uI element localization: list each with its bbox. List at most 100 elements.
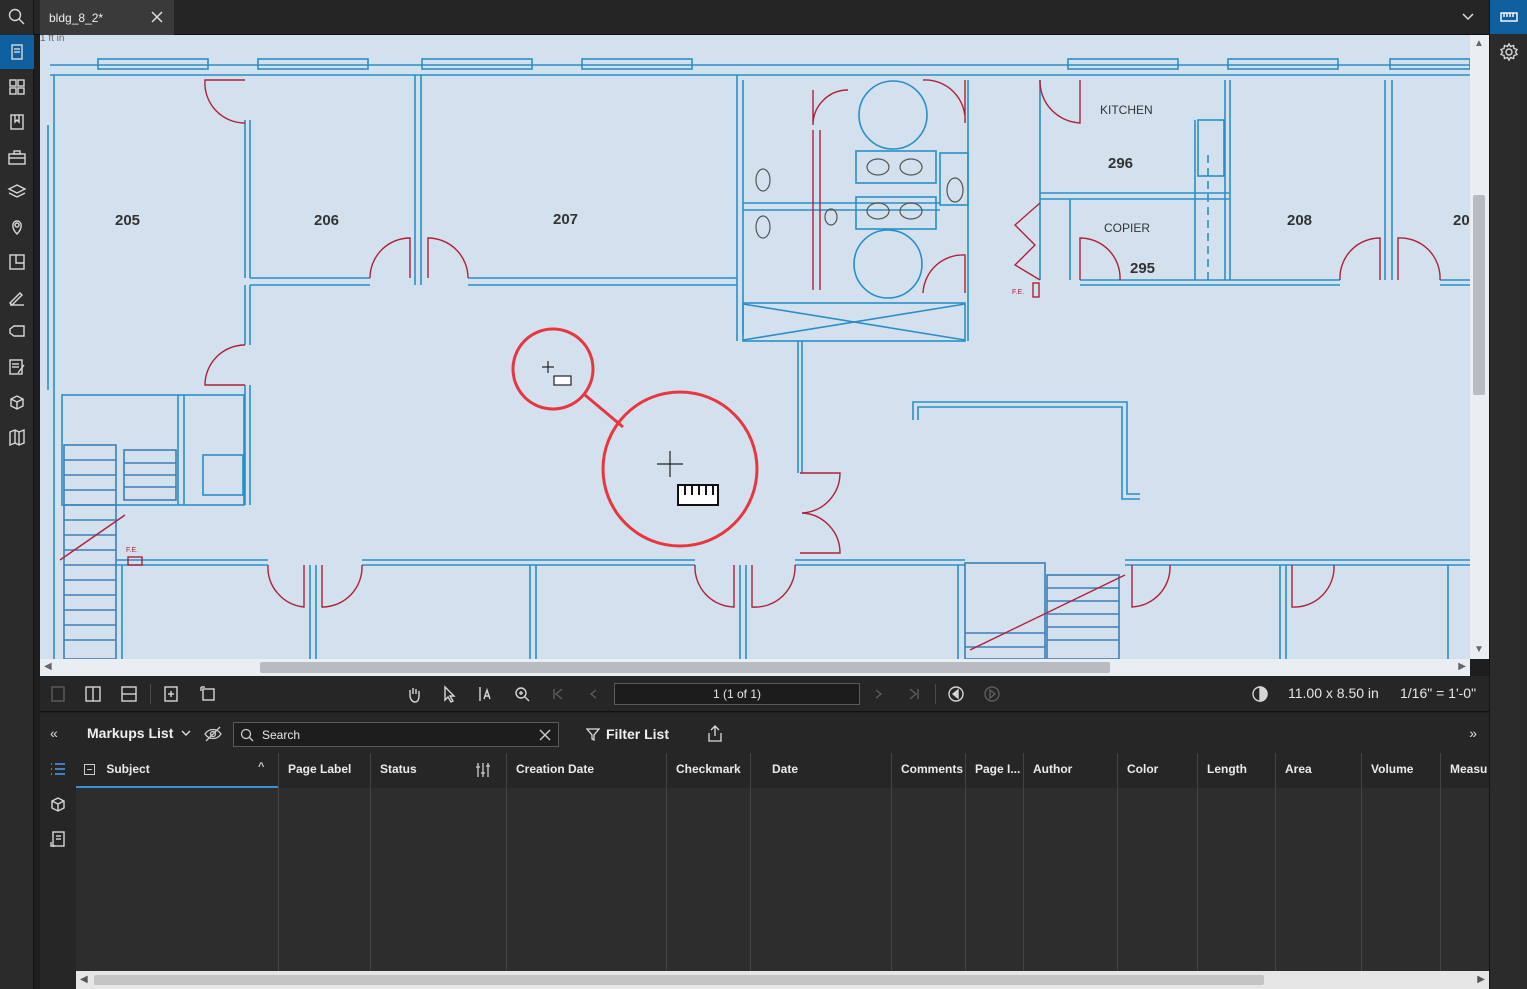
canvas-horizontal-scrollbar[interactable]: ◀ ▶ xyxy=(40,659,1470,676)
column-header-page-index[interactable]: Page I... xyxy=(966,753,1023,788)
3d-view-icon[interactable] xyxy=(44,790,72,818)
column-divider xyxy=(1361,753,1362,971)
single-page-icon[interactable] xyxy=(48,684,68,704)
column-header-author[interactable]: Author xyxy=(1024,753,1117,788)
bookmarks-icon[interactable] xyxy=(0,105,34,139)
scroll-thumb[interactable] xyxy=(260,662,1110,673)
toolchest-icon[interactable] xyxy=(0,140,34,174)
column-header-area[interactable]: Area xyxy=(1276,753,1361,788)
list-view-icon[interactable] xyxy=(44,755,72,783)
page-number-input[interactable]: 1 (1 of 1) xyxy=(614,683,860,705)
scroll-right-icon[interactable]: ▶ xyxy=(1458,661,1466,672)
pages-icon[interactable] xyxy=(0,35,34,69)
settings-icon[interactable] xyxy=(1490,35,1527,69)
previous-page-icon[interactable] xyxy=(584,684,604,704)
toolbar-separator xyxy=(150,684,151,704)
column-header-volume[interactable]: Volume xyxy=(1362,753,1440,788)
column-header-creation-date[interactable]: Creation Date xyxy=(507,753,666,788)
column-divider xyxy=(666,753,667,971)
forms-icon[interactable] xyxy=(0,350,34,384)
eye-hidden-icon[interactable] xyxy=(203,725,223,743)
search-icon[interactable] xyxy=(0,0,34,34)
search-placeholder: Search xyxy=(262,728,301,742)
measure-icon[interactable] xyxy=(1490,0,1527,34)
search-input[interactable]: Search xyxy=(233,722,559,747)
sort-ascending-icon[interactable]: ^ xyxy=(258,761,264,773)
canvas-vertical-scrollbar[interactable]: ▲ ▼ xyxy=(1470,35,1489,659)
filter-list-button[interactable]: Filter List xyxy=(586,724,669,744)
column-header-page-label[interactable]: Page Label xyxy=(279,753,371,788)
split-horizontal-icon[interactable] xyxy=(119,684,139,704)
previous-view-icon[interactable] xyxy=(946,684,966,704)
right-tool-rail xyxy=(1489,0,1527,989)
collapse-all-icon[interactable] xyxy=(84,764,95,776)
chevron-down-icon[interactable] xyxy=(180,727,192,739)
markups-panel: « Markups List Search Filter List » Subj… xyxy=(40,713,1489,989)
last-page-icon[interactable] xyxy=(904,684,924,704)
map-icon[interactable] xyxy=(0,420,34,454)
toolbar-separator xyxy=(935,684,936,704)
scroll-thumb[interactable] xyxy=(1473,195,1485,395)
tags-icon[interactable] xyxy=(0,315,34,349)
app-window: bldg_8_2* 1 ft in 205 206 207 KITCHEN 29… xyxy=(0,0,1527,989)
export-icon[interactable] xyxy=(705,724,725,744)
column-header-subject[interactable]: Subject ^ xyxy=(76,753,278,788)
room-label-295: 295 xyxy=(1130,260,1156,277)
scroll-left-icon[interactable]: ◀ xyxy=(80,974,88,985)
column-header-date[interactable]: Date xyxy=(763,753,891,788)
places-icon[interactable] xyxy=(0,210,34,244)
collapse-right-icon[interactable]: » xyxy=(1469,725,1477,741)
scroll-up-icon[interactable]: ▲ xyxy=(1474,39,1484,49)
chevron-down-icon[interactable] xyxy=(1461,10,1475,24)
collapse-left-icon[interactable]: « xyxy=(50,725,58,741)
next-view-icon[interactable] xyxy=(982,684,1002,704)
zoom-icon[interactable] xyxy=(512,684,532,704)
close-icon[interactable] xyxy=(150,10,164,24)
scale-readout[interactable]: 1/16" = 1'-0" xyxy=(1400,685,1476,701)
document-tab[interactable]: bldg_8_2* xyxy=(40,0,174,35)
document-tab-label: bldg_8_2* xyxy=(49,10,104,25)
layers-icon[interactable] xyxy=(0,175,34,209)
script-icon[interactable] xyxy=(44,825,72,853)
table-horizontal-scrollbar[interactable]: ◀ ▶ xyxy=(76,971,1489,989)
column-header-color[interactable]: Color xyxy=(1118,753,1197,788)
scroll-thumb[interactable] xyxy=(94,975,1264,985)
signatures-icon[interactable] xyxy=(0,280,34,314)
column-divider xyxy=(891,753,892,971)
pan-hand-icon[interactable] xyxy=(404,684,424,704)
column-divider xyxy=(1197,753,1198,971)
clear-icon[interactable] xyxy=(538,728,552,742)
select-arrow-icon[interactable] xyxy=(440,684,460,704)
room-label-copier: COPIER xyxy=(1104,221,1151,235)
contrast-icon[interactable] xyxy=(1250,684,1270,704)
scroll-right-icon[interactable]: ▶ xyxy=(1477,974,1485,985)
column-header-status[interactable]: Status xyxy=(371,753,506,788)
document-tab-bar: bldg_8_2* xyxy=(34,0,1489,35)
compare-icon[interactable] xyxy=(198,684,218,704)
sync-icon[interactable] xyxy=(161,684,181,704)
sliders-icon[interactable] xyxy=(475,762,491,778)
3d-icon[interactable] xyxy=(0,385,34,419)
markups-title[interactable]: Markups List xyxy=(87,725,173,741)
sort-indicator xyxy=(76,786,278,788)
column-header-checkmark[interactable]: Checkmark xyxy=(667,753,750,788)
column-header-measurement[interactable]: Measu xyxy=(1441,753,1489,788)
room-label-207: 207 xyxy=(553,211,579,228)
scroll-down-icon[interactable]: ▼ xyxy=(1474,645,1484,655)
drawing-canvas[interactable]: 1 ft in 205 206 207 KITCHEN 296 COPIER 2… xyxy=(40,35,1470,659)
column-header-comments[interactable]: Comments xyxy=(892,753,965,788)
scroll-left-icon[interactable]: ◀ xyxy=(44,661,52,672)
next-page-icon[interactable] xyxy=(868,684,888,704)
text-select-icon[interactable] xyxy=(475,684,495,704)
column-header-length[interactable]: Length xyxy=(1198,753,1277,788)
column-divider xyxy=(965,753,966,971)
spaces-icon[interactable] xyxy=(0,245,34,279)
room-label-296: 296 xyxy=(1108,155,1134,172)
first-page-icon[interactable] xyxy=(548,684,568,704)
markups-table-header: Subject ^ Page Label Status Creation Dat… xyxy=(76,753,1489,788)
room-label-kitchen: KITCHEN xyxy=(1100,103,1153,117)
split-vertical-icon[interactable] xyxy=(83,684,103,704)
room-label-206: 206 xyxy=(314,212,340,229)
column-divider xyxy=(1275,753,1276,971)
thumbnails-icon[interactable] xyxy=(0,70,34,104)
